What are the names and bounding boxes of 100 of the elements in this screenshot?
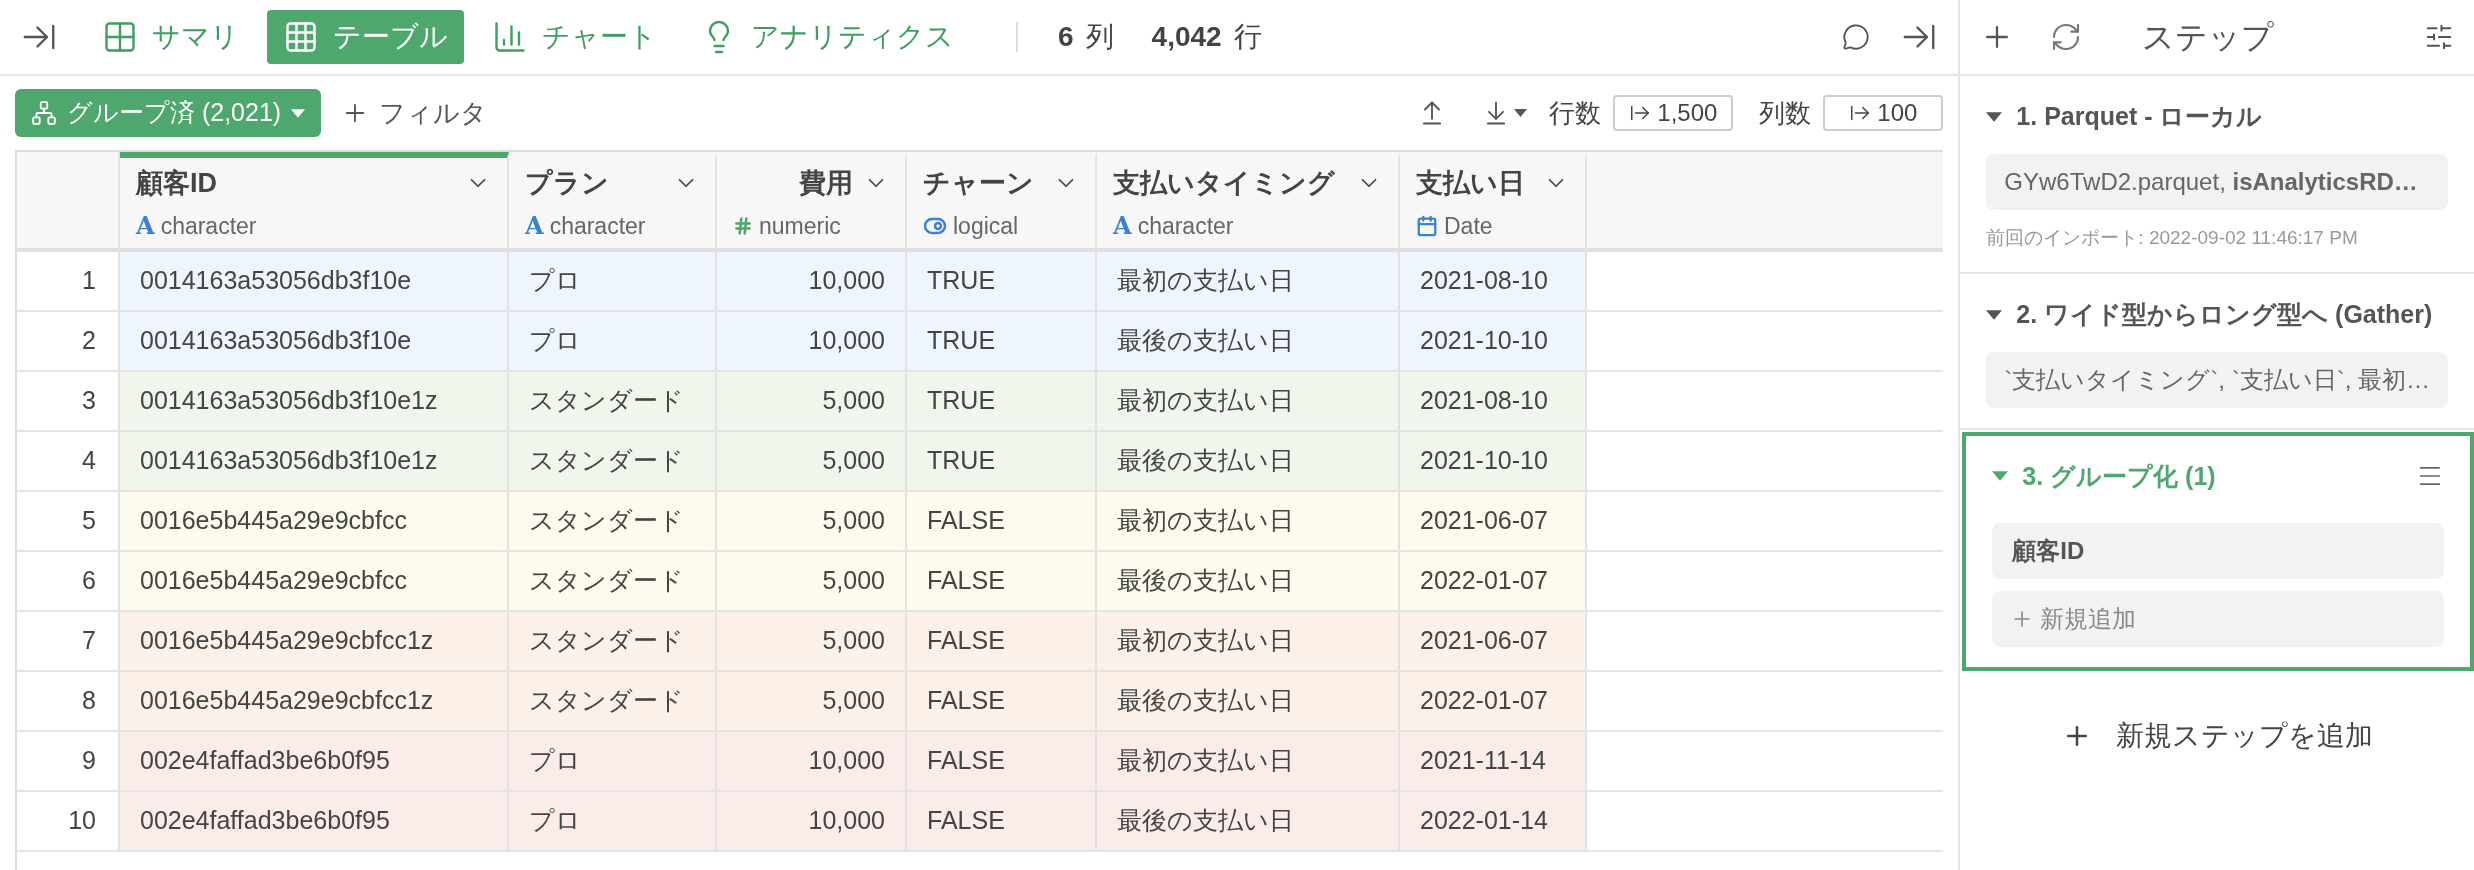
column-header[interactable]: プラン A character: [509, 152, 717, 248]
column-header[interactable]: チャーン logical: [907, 152, 1097, 248]
count-label: 4,042 行: [1151, 20, 1262, 54]
calendar-icon: [1416, 215, 1438, 238]
step-title: 3. グループ化 (1): [2022, 460, 2216, 492]
grid-icon: [102, 19, 138, 55]
table-cell: 2021-08-10: [1400, 372, 1587, 430]
column-title: 費用: [799, 166, 853, 200]
table-cell: 最初の支払い日: [1097, 732, 1400, 790]
table-cell: 2022-01-14: [1400, 792, 1587, 850]
table-cell: 5,000: [717, 372, 907, 430]
table-cell: FALSE: [907, 672, 1097, 730]
table-cell: スタンダード: [509, 672, 717, 730]
table-cell: 5,000: [717, 612, 907, 670]
caret-icon: [1986, 111, 2003, 122]
column-title: 顧客ID: [136, 166, 217, 200]
table-cell: 0014163a53056db3f10e1z: [120, 372, 509, 430]
table-cell: 0016e5b445a29e9cbfcc: [120, 492, 509, 550]
columns-input-field[interactable]: 100: [1823, 95, 1944, 131]
column-title: プラン: [525, 166, 609, 200]
rows-label: 行数: [1549, 96, 1602, 130]
table-cell: 0014163a53056db3f10e: [120, 312, 509, 370]
table-cell: 最後の支払い日: [1097, 312, 1400, 370]
comment-icon[interactable]: [1842, 23, 1871, 51]
column-title: 支払い日: [1416, 166, 1525, 200]
table-cell: 最初の支払い日: [1097, 612, 1400, 670]
step-summary: `支払いタイミング`, `支払い日`, 最初…: [1986, 351, 2448, 408]
table-cell: TRUE: [907, 372, 1097, 430]
table-cell: 10,000: [717, 312, 907, 370]
column-type: Date: [1444, 212, 1493, 241]
table-cell: スタンダード: [509, 612, 717, 670]
table-cell: 最後の支払い日: [1097, 432, 1400, 490]
table-cell: 2021-10-10: [1400, 312, 1587, 370]
count-label: 6 列: [1058, 20, 1114, 54]
column-type: numeric: [759, 212, 841, 241]
caret-icon: [1514, 109, 1528, 117]
column-header[interactable]: 支払い日 Date: [1400, 152, 1587, 248]
column-header[interactable]: 費用 numeric: [717, 152, 907, 248]
table-cell: FALSE: [907, 552, 1097, 610]
caret-icon: [1992, 471, 2009, 482]
settings-icon[interactable]: [2424, 22, 2454, 52]
table-cell: TRUE: [907, 252, 1097, 310]
table-cell: 2022-01-07: [1400, 552, 1587, 610]
table-cell: 5,000: [717, 492, 907, 550]
column-type: character: [1137, 212, 1234, 241]
step-title: 2. ワイド型からロング型へ (Gather): [2016, 299, 2433, 330]
bar-chart-icon: [492, 19, 528, 55]
table-cell: 5,000: [717, 672, 907, 730]
table-cell: プロ: [509, 732, 717, 790]
column-type: character: [160, 212, 257, 241]
table-cell: スタンダード: [509, 372, 717, 430]
table-cell: 2021-08-10: [1400, 252, 1587, 310]
table-cell: 2021-06-07: [1400, 612, 1587, 670]
rows-input-field[interactable]: 1,500: [1613, 95, 1734, 131]
step-card[interactable]: 2. ワイド型からロング型へ (Gather) `支払いタイミング`, `支払い日`, 最初…: [1960, 274, 2474, 430]
table-cell: 0016e5b445a29e9cbfcc: [120, 552, 509, 610]
step-card[interactable]: 1. Parquet - ローカル GYw6TwD2.parquet, isAnalyticsRD… 前回のインポート: 2022-09-02 11:46:17 PM: [1960, 76, 2474, 274]
text-type-icon: A: [525, 214, 544, 239]
table-cell: 最初の支払い日: [1097, 492, 1400, 550]
table-cell: 最初の支払い日: [1097, 372, 1400, 430]
table-cell: 10,000: [717, 732, 907, 790]
table-cell: スタンダード: [509, 492, 717, 550]
table-cell: 5,000: [717, 552, 907, 610]
table-cell: 最後の支払い日: [1097, 672, 1400, 730]
table-cell: スタンダード: [509, 552, 717, 610]
table-cell: 最後の支払い日: [1097, 552, 1400, 610]
column-type: character: [549, 212, 646, 241]
table-cell: プロ: [509, 252, 717, 310]
table-cell: TRUE: [907, 312, 1097, 370]
caret-icon: [291, 108, 306, 118]
table-cell: 5,000: [717, 432, 907, 490]
table-cell: 10,000: [717, 252, 907, 310]
table-cell: 最初の支払い日: [1097, 252, 1400, 310]
text-type-icon: A: [136, 214, 155, 239]
group-column-chip[interactable]: 顧客ID: [1992, 523, 2444, 579]
column-title: 支払いタイミング: [1113, 166, 1335, 200]
table-cell: プロ: [509, 312, 717, 370]
table-cell: 2021-10-10: [1400, 432, 1587, 490]
step-title: 1. Parquet - ローカル: [2016, 101, 2263, 132]
hash-icon: [733, 216, 753, 237]
panel-title: ステップ: [2142, 18, 2275, 57]
text-type-icon: A: [1113, 214, 1132, 239]
table-icon: [283, 19, 319, 55]
hierarchy-icon: [31, 100, 57, 126]
step-card[interactable]: 3. グループ化 (1) 顧客ID 新規追加: [1962, 431, 2474, 671]
table-cell: FALSE: [907, 792, 1097, 850]
table-cell: 0014163a53056db3f10e1z: [120, 432, 509, 490]
table-cell: 10,000: [717, 792, 907, 850]
step-summary: GYw6TwD2.parquet, isAnalyticsRD…: [1986, 153, 2448, 210]
table-cell: 2021-06-07: [1400, 492, 1587, 550]
table-cell: 002e4faffad3be6b0f95: [120, 792, 509, 850]
column-header[interactable]: 支払いタイミング A character: [1097, 152, 1400, 248]
table-cell: FALSE: [907, 492, 1097, 550]
import-note: 前回のインポート: 2022-09-02 11:46:17 PM: [1986, 225, 2359, 250]
table-cell: 2021-11-14: [1400, 732, 1587, 790]
table-cell: 2022-01-07: [1400, 672, 1587, 730]
table-cell: スタンダード: [509, 432, 717, 490]
table-cell: 0016e5b445a29e9cbfcc1z: [120, 612, 509, 670]
add-step-button[interactable]: 新規ステップを追加: [2061, 715, 2373, 757]
filter-button[interactable]: フィルタ: [341, 93, 488, 133]
